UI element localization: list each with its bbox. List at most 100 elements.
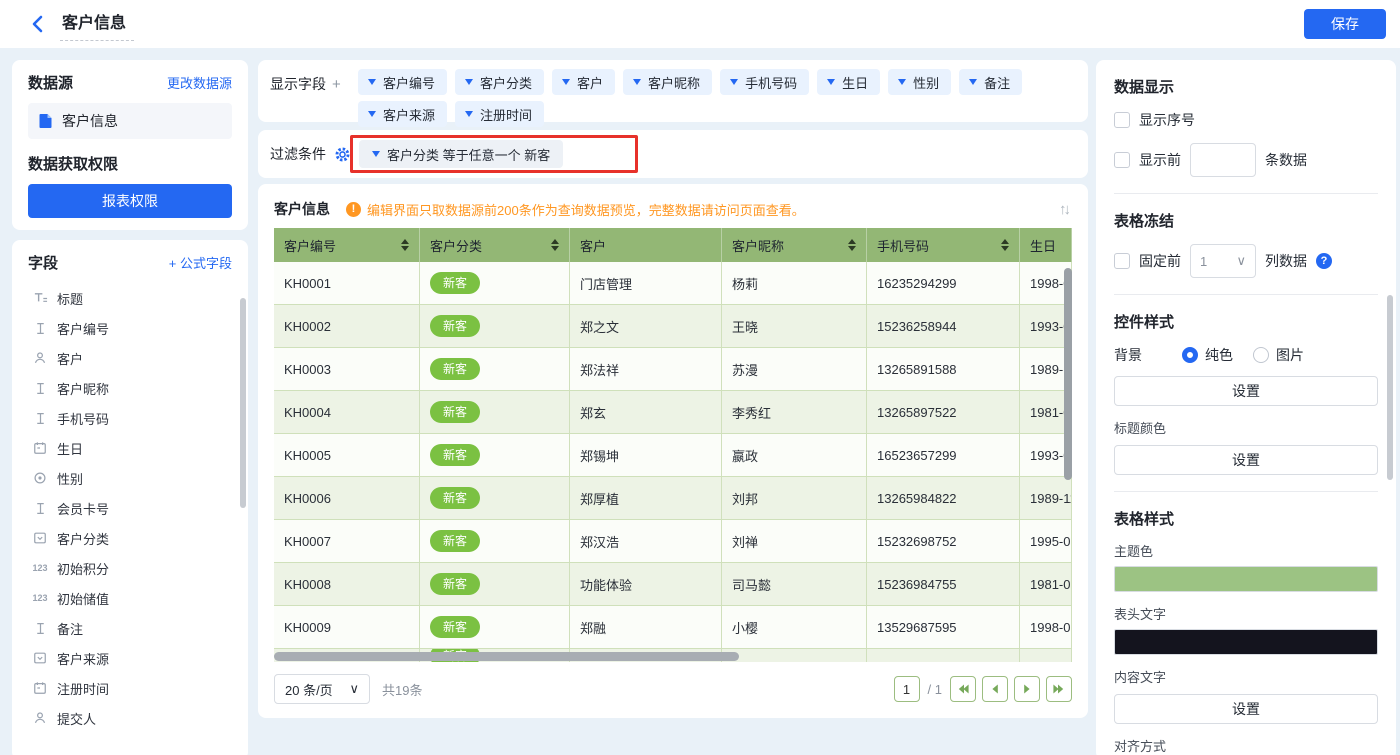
background-set-button[interactable]: 设置 xyxy=(1114,376,1378,406)
change-datasource-link[interactable]: 更改数据源 xyxy=(167,73,232,92)
pagination-bar: 20 条/页 ∨ 共19条 1 / 1 xyxy=(274,674,1072,704)
member-icon xyxy=(32,350,48,366)
table-cell: 王晓 xyxy=(722,305,867,347)
display-field-tag[interactable]: 备注 xyxy=(959,69,1022,95)
display-field-tag[interactable]: 客户 xyxy=(552,69,615,95)
field-label: 客户 xyxy=(57,349,83,368)
table-cell: KH0001 xyxy=(274,262,420,304)
display-field-tag[interactable]: 性别 xyxy=(888,69,951,95)
field-item[interactable]: 提交人 xyxy=(28,703,232,733)
freeze-count-select[interactable]: 1 ∨ xyxy=(1190,244,1256,278)
title-color-set-button[interactable]: 设置 xyxy=(1114,445,1378,475)
category-badge: 新客 xyxy=(430,616,480,638)
last-page-button[interactable] xyxy=(1046,676,1072,702)
freeze-checkbox[interactable] xyxy=(1114,253,1130,269)
sort-icon[interactable] xyxy=(1001,239,1009,251)
display-field-tag-label: 客户来源 xyxy=(383,105,435,124)
table-horizontal-scrollbar[interactable] xyxy=(274,652,739,661)
image-radio[interactable]: 图片 xyxy=(1253,345,1304,365)
display-field-tag[interactable]: 生日 xyxy=(817,69,880,95)
table-row: KH0001新客门店管理杨莉162352942991998-05 xyxy=(274,262,1072,305)
sort-icon[interactable] xyxy=(848,239,856,251)
field-item[interactable]: 123初始储值 xyxy=(28,583,232,613)
save-button[interactable]: 保存 xyxy=(1304,9,1386,39)
align-label: 对齐方式 xyxy=(1114,736,1378,755)
column-header[interactable]: 客户编号 xyxy=(274,228,420,262)
fields-scrollbar[interactable] xyxy=(240,298,246,508)
field-item[interactable]: 客户编号 xyxy=(28,313,232,343)
column-header[interactable]: 客户昵称 xyxy=(722,228,867,262)
field-item[interactable]: 标题 xyxy=(28,283,232,313)
column-header[interactable]: 手机号码 xyxy=(867,228,1020,262)
page-size-select[interactable]: 20 条/页 ∨ xyxy=(274,674,370,704)
field-item[interactable]: 会员卡号 xyxy=(28,493,232,523)
column-header-label: 客户昵称 xyxy=(732,236,784,255)
field-item[interactable]: 客户分类 xyxy=(28,523,232,553)
field-item[interactable]: 客户 xyxy=(28,343,232,373)
member-icon xyxy=(32,710,48,726)
display-field-tag-label: 客户 xyxy=(577,73,603,92)
sort-icon[interactable] xyxy=(551,239,559,251)
help-icon[interactable]: ? xyxy=(1316,253,1332,269)
add-formula-field-link[interactable]: + 公式字段 xyxy=(169,253,232,272)
field-item[interactable]: 客户昵称 xyxy=(28,373,232,403)
table-cell: 13265897522 xyxy=(867,391,1020,433)
header-text-swatch[interactable] xyxy=(1114,629,1378,655)
sort-icon[interactable] xyxy=(401,239,409,251)
page-size-value: 20 条/页 xyxy=(285,680,333,699)
add-display-field-button[interactable]: + xyxy=(332,76,341,93)
display-field-tag[interactable]: 注册时间 xyxy=(455,101,544,127)
column-header[interactable]: 客户 xyxy=(570,228,722,262)
display-field-tag-label: 注册时间 xyxy=(480,105,532,124)
table-cell: 杨莉 xyxy=(722,262,867,304)
display-field-tag[interactable]: 客户分类 xyxy=(455,69,544,95)
page-number-input[interactable]: 1 xyxy=(894,676,920,702)
display-field-tag[interactable]: 客户来源 xyxy=(358,101,447,127)
prev-page-button[interactable] xyxy=(982,676,1008,702)
field-item[interactable]: 123初始积分 xyxy=(28,553,232,583)
back-icon[interactable] xyxy=(28,14,48,34)
column-header[interactable]: 客户分类 xyxy=(420,228,570,262)
field-label: 初始储值 xyxy=(57,589,109,608)
column-header-label: 手机号码 xyxy=(877,236,929,255)
text-icon xyxy=(32,620,48,636)
field-item[interactable]: 客户来源 xyxy=(28,643,232,673)
datasource-item[interactable]: 客户信息 xyxy=(28,103,232,139)
category-badge: 新客 xyxy=(430,487,480,509)
field-item[interactable]: 备注 xyxy=(28,613,232,643)
field-item[interactable]: 注册时间 xyxy=(28,673,232,703)
chevron-down-icon: ∨ xyxy=(349,681,359,697)
show-index-checkbox[interactable] xyxy=(1114,112,1130,128)
field-label: 客户昵称 xyxy=(57,379,109,398)
table-cell: 13265891588 xyxy=(867,348,1020,390)
field-label: 初始积分 xyxy=(57,559,109,578)
show-front-checkbox[interactable] xyxy=(1114,152,1130,168)
table-row: KH0008新客功能体验司马懿152369847551981-06 xyxy=(274,563,1072,606)
display-field-tag[interactable]: 客户编号 xyxy=(358,69,447,95)
filter-condition-tag[interactable]: 客户分类 等于任意一个 新客 xyxy=(359,140,563,168)
page-title[interactable]: 客户信息 xyxy=(60,7,134,41)
display-field-tag[interactable]: 手机号码 xyxy=(720,69,809,95)
divider xyxy=(1114,294,1378,295)
table-vertical-scrollbar[interactable] xyxy=(1064,268,1072,480)
field-item[interactable]: 生日 xyxy=(28,433,232,463)
display-field-tag-label: 客户昵称 xyxy=(648,73,700,92)
field-item[interactable]: 性别 xyxy=(28,463,232,493)
content-text-label: 内容文字 xyxy=(1114,667,1378,686)
gear-icon[interactable] xyxy=(334,146,351,163)
sort-order-icon[interactable]: ↑↓ xyxy=(1059,201,1072,218)
datasource-title: 数据源 xyxy=(28,72,73,93)
solid-color-radio[interactable]: 纯色 xyxy=(1182,345,1233,365)
table-row: KH0007新客郑汉浩刘禅152326987521995-01 xyxy=(274,520,1072,563)
report-permission-button[interactable]: 报表权限 xyxy=(28,184,232,218)
content-text-set-button[interactable]: 设置 xyxy=(1114,694,1378,724)
row-limit-input[interactable] xyxy=(1190,143,1256,177)
first-page-button[interactable] xyxy=(950,676,976,702)
theme-color-swatch[interactable] xyxy=(1114,566,1378,592)
settings-scrollbar[interactable] xyxy=(1387,295,1393,480)
display-field-tag[interactable]: 客户昵称 xyxy=(623,69,712,95)
next-page-button[interactable] xyxy=(1014,676,1040,702)
chevron-down-icon xyxy=(368,111,376,117)
column-header[interactable]: 生日 xyxy=(1020,228,1072,262)
field-item[interactable]: 手机号码 xyxy=(28,403,232,433)
